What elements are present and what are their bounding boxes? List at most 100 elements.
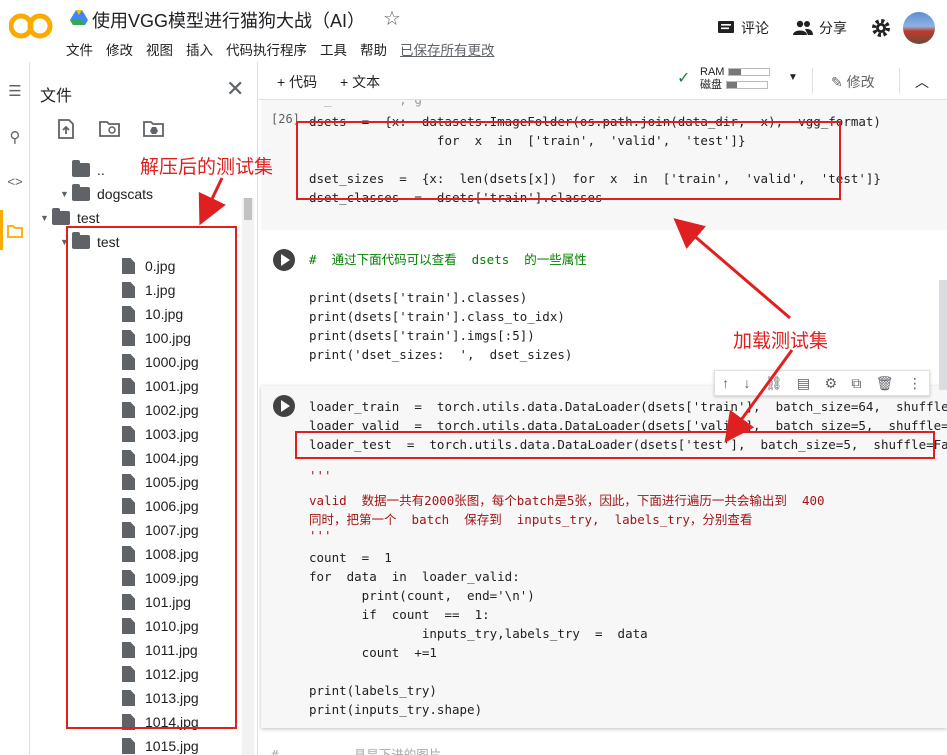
code-cell-partial[interactable]: # 具显下进的图片 — [261, 742, 947, 755]
share-button[interactable]: 分享 — [793, 18, 847, 38]
avatar[interactable] — [903, 12, 935, 44]
ram-label: RAM — [700, 66, 725, 78]
code-docstring: ''' — [309, 528, 332, 543]
code-cell-dsets-attributes[interactable]: # 通过下面代码可以查看 dsets 的一些属性 print(dsets['tr… — [261, 240, 947, 370]
gear-icon[interactable]: ⚙ — [824, 375, 837, 392]
toc-icon[interactable]: ☰ — [6, 82, 24, 100]
upload-icon[interactable] — [54, 118, 78, 140]
code-line: if count == 1: — [309, 607, 490, 622]
close-icon[interactable]: ✕ — [226, 76, 244, 102]
code-line: print(count, end='\n') — [309, 588, 535, 603]
comment-icon — [718, 21, 734, 33]
active-rail-indicator — [0, 210, 3, 250]
files-scrollbar[interactable] — [242, 198, 254, 755]
search-icon[interactable]: ⚲ — [6, 128, 24, 146]
code-line: print(dsets['train'].class_to_idx) — [309, 309, 565, 324]
comment-button[interactable]: 评论 — [717, 18, 769, 38]
code-line: print(dsets['train'].classes) — [309, 290, 528, 305]
files-toolbar — [54, 118, 166, 140]
folder-up-icon — [72, 160, 90, 177]
top-bar: 使用VGG模型进行猫狗大战（AI） ☆ 文件 修改 视图 插入 代码执行程序 工… — [0, 0, 947, 62]
ram-bar — [728, 68, 771, 77]
code-comment: # 具显下进的图片 — [271, 747, 442, 755]
disk-bar-fill — [727, 82, 737, 89]
menu-help[interactable]: 帮助 — [360, 39, 387, 59]
file-icon — [122, 738, 135, 754]
connected-check-icon: ✓ — [677, 70, 691, 87]
menu-view[interactable]: 视图 — [146, 39, 173, 59]
code-line: print(labels_try) — [309, 683, 437, 698]
code-line: count +=1 — [309, 645, 437, 660]
move-down-icon[interactable]: ↓ — [743, 375, 750, 391]
code-line: print(inputs_try.shape) — [309, 702, 483, 717]
run-cell-button[interactable] — [273, 395, 295, 417]
code-line: count = 1 — [309, 550, 392, 565]
files-scroll-thumb[interactable] — [244, 198, 252, 220]
left-rail: ☰ ⚲ <> — [0, 62, 30, 755]
highlight-dsets-code — [296, 121, 841, 200]
toolbar-divider — [812, 68, 813, 94]
menu-insert[interactable]: 插入 — [186, 39, 213, 59]
mount-drive-icon[interactable] — [142, 118, 166, 140]
notebook-title[interactable]: 使用VGG模型进行猫狗大战（AI） — [92, 7, 365, 33]
notebook-scrollbar[interactable] — [939, 280, 947, 390]
code-line: inputs_try,labels_try = data — [309, 626, 648, 641]
code-line: for data in loader_valid: — [309, 569, 520, 584]
code-comment: # 通过下面代码可以查看 dsets 的一些属性 — [309, 252, 587, 267]
code-line: loader_train = torch.utils.data.DataLoad… — [309, 399, 947, 414]
chevron-down-icon[interactable]: ▼ — [788, 72, 798, 83]
annotation-load-test-set: 加载测试集 — [733, 331, 829, 352]
delete-icon[interactable]: 🗑 — [876, 375, 894, 392]
mirror-cell-icon[interactable]: ⧉ — [851, 375, 861, 392]
file-tree-label: test — [77, 210, 100, 226]
chevron-down-icon[interactable]: ▼ — [40, 213, 52, 223]
code-line: _ , g — [309, 100, 422, 109]
refresh-folder-icon[interactable] — [98, 118, 122, 140]
more-icon[interactable]: ⋮ — [908, 375, 922, 392]
folder-icon — [72, 184, 90, 201]
edit-mode-button[interactable]: ✎ 修改 — [831, 72, 875, 92]
pencil-icon: ✎ — [831, 74, 843, 90]
file-item[interactable]: 1015.jpg — [30, 734, 240, 755]
run-cell-button[interactable] — [273, 249, 295, 271]
code-snippets-icon[interactable]: <> — [6, 174, 24, 192]
resource-monitor[interactable]: RAM 磁盘 — [700, 66, 771, 92]
highlight-loader-test — [295, 431, 935, 459]
notebook-toolbar: + 代码 + 文本 ✓ RAM 磁盘 ▼ ✎ 修改 ︿ — [259, 62, 947, 100]
comment-icon[interactable]: ▤ — [797, 375, 810, 392]
disk-label: 磁盘 — [700, 79, 722, 91]
settings-icon[interactable] — [871, 18, 891, 38]
code-docstring: valid 数据一共有2000张图，每个batch是5张，因此，下面进行遍历一共… — [309, 493, 825, 508]
toolbar-divider-2 — [899, 68, 900, 94]
file-tree-label: .. — [97, 162, 105, 178]
saved-status[interactable]: 已保存所有更改 — [400, 39, 495, 59]
edit-label: 修改 — [846, 74, 875, 90]
comment-label: 评论 — [741, 20, 769, 36]
folder-icon[interactable] — [6, 222, 24, 240]
menu-edit[interactable]: 修改 — [106, 39, 133, 59]
cell-toolbar: ↑ ↓ ⛓ ▤ ⚙ ⧉ 🗑 ⋮ — [714, 370, 930, 396]
ram-bar-fill — [729, 69, 742, 76]
menu-runtime[interactable]: 代码执行程序 — [226, 39, 307, 59]
chevron-down-icon[interactable]: ▼ — [60, 189, 72, 199]
star-icon[interactable]: ☆ — [383, 6, 401, 31]
collapse-toolbar-icon[interactable]: ︿ — [915, 72, 929, 92]
highlight-test-files — [66, 226, 237, 729]
code-docstring: 同时，把第一个 batch 保存到 inputs_try, labels_try… — [309, 512, 753, 527]
files-panel-title: 文件 — [40, 88, 73, 105]
move-up-icon[interactable]: ↑ — [722, 375, 729, 391]
menu-file[interactable]: 文件 — [66, 39, 93, 59]
colab-logo[interactable] — [9, 12, 53, 40]
add-text-button[interactable]: + 文本 — [340, 72, 380, 92]
link-icon[interactable]: ⛓ — [765, 375, 783, 392]
menu-bar: 文件 修改 视图 插入 代码执行程序 工具 帮助 已保存所有更改 — [66, 39, 495, 59]
file-tree-label: 1015.jpg — [145, 738, 199, 754]
drive-icon[interactable] — [70, 10, 88, 26]
code-docstring: ''' — [309, 468, 332, 483]
people-icon — [793, 20, 813, 35]
folder-item[interactable]: ▼ dogscats — [30, 182, 240, 206]
file-tree-label: dogscats — [97, 186, 154, 202]
add-code-button[interactable]: + 代码 — [277, 72, 317, 92]
menu-tools[interactable]: 工具 — [320, 39, 347, 59]
disk-bar — [726, 81, 768, 90]
